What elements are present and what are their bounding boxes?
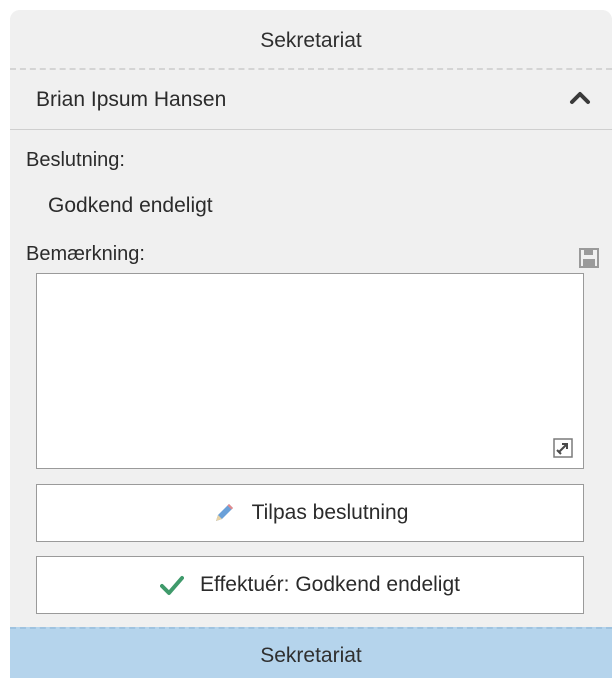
effectuate-button[interactable]: Effektuér: Godkend endeligt xyxy=(36,556,584,614)
remark-field[interactable] xyxy=(37,274,583,468)
pencil-icon xyxy=(212,501,236,525)
expand-icon[interactable] xyxy=(553,438,573,458)
section-header-bottom[interactable]: Sekretariat xyxy=(10,627,612,678)
save-icon[interactable] xyxy=(578,247,600,269)
effectuate-label: Effektuér: Godkend endeligt xyxy=(200,573,460,596)
decision-content: Beslutning: Godkend endeligt Bemærkning: xyxy=(10,131,612,627)
section-header-top[interactable]: Sekretariat xyxy=(10,10,612,70)
adjust-decision-label: Tilpas beslutning xyxy=(251,501,409,524)
remark-label: Bemærkning: xyxy=(26,243,145,265)
approval-panel: Sekretariat Brian Ipsum Hansen Beslutnin… xyxy=(10,10,612,678)
remark-field-container xyxy=(36,273,584,469)
decision-value: Godkend endeligt xyxy=(48,194,213,217)
checkmark-icon xyxy=(160,573,185,597)
decision-label: Beslutning: xyxy=(26,149,125,171)
adjust-decision-button[interactable]: Tilpas beslutning xyxy=(36,484,584,542)
person-name: Brian Ipsum Hansen xyxy=(36,88,227,111)
person-row[interactable]: Brian Ipsum Hansen xyxy=(10,70,612,130)
chevron-up-icon[interactable] xyxy=(566,84,594,112)
